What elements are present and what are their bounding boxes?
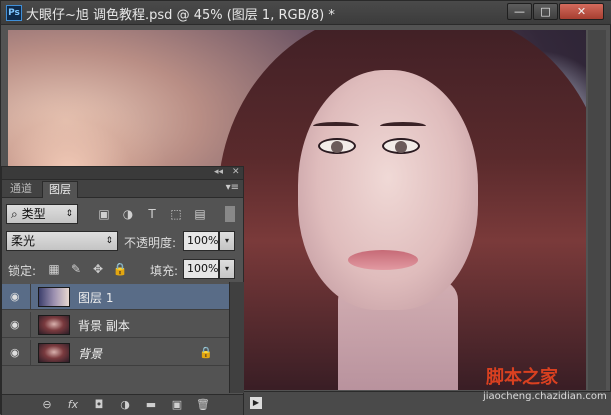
fill-label: 填充: [150,264,179,278]
visibility-eye-icon[interactable]: ◉ [10,347,26,359]
folder-group-icon[interactable]: ▬ [142,397,160,413]
minimize-button[interactable]: — [507,3,532,20]
smart-object-filter-icon[interactable]: ▤ [192,206,208,222]
add-mask-icon[interactable]: ◘ [90,397,108,413]
search-icon: ⌕ [11,207,18,221]
filter-type-label: 类型 [21,207,46,221]
lock-paint-brush-icon[interactable]: ✎ [68,261,84,277]
maximize-button[interactable]: □ [533,3,558,20]
site-watermark-url: jiaocheng.chazidian.com [483,391,607,402]
panel-header: ◂◂ ✕ [2,167,243,180]
layers-panel: ◂◂ ✕ 通道 图层 ▾≡ ⌕ 类型 ⇕ ▣ ◑ T ⬚ ▤ 柔光 ⇕ 不透明度… [1,166,244,415]
link-layers-icon[interactable]: ⊖ [38,397,56,413]
photoshop-window: Ps 大眼仔~旭 调色教程.psd @ 45% (图层 1, RGB/8) * … [0,0,611,415]
close-panel-button[interactable]: ✕ [232,167,240,177]
visibility-eye-icon[interactable]: ◉ [10,291,26,303]
chevron-updown-icon: ⇕ [105,236,113,246]
fill-input[interactable]: 100% [183,259,219,279]
close-button[interactable]: ✕ [559,3,604,20]
opacity-label: 不透明度: [124,236,177,250]
title-bar: Ps 大眼仔~旭 调色教程.psd @ 45% (图层 1, RGB/8) * … [1,1,611,25]
portrait-left-eye [318,138,356,154]
divider [30,284,31,310]
layer-thumbnail [38,343,70,363]
layer-name[interactable]: 背景 [78,345,102,362]
panel-menu-button[interactable]: ▾≡ [226,182,239,193]
layer-thumbnail [38,287,70,307]
layers-scrollbar[interactable] [229,282,244,393]
new-layer-icon[interactable]: ▣ [168,397,186,413]
adjustment-filter-icon[interactable]: ◑ [120,206,136,222]
site-watermark: 脚本之家 [486,367,558,388]
portrait-right-brow [380,122,426,130]
portrait-face [298,70,478,310]
blend-mode-value: 柔光 [11,234,36,248]
tab-channels[interactable]: 通道 [4,181,38,198]
layers-list: ◉ 图层 1 ◉ 背景 副本 ◉ 背景 🔒 [2,282,229,393]
play-icon[interactable]: ▶ [250,397,262,409]
lock-move-icon[interactable]: ✥ [90,261,106,277]
document-title: 大眼仔~旭 调色教程.psd @ 45% (图层 1, RGB/8) * [26,8,335,23]
portrait-lips [348,250,418,270]
lock-all-icon[interactable]: 🔒 [112,261,128,277]
shape-filter-icon[interactable]: ⬚ [168,206,184,222]
layer-thumbnail [38,315,70,335]
opacity-dropdown-button[interactable]: ▾ [219,231,235,251]
lock-icon: 🔒 [199,346,213,359]
collapse-panel-button[interactable]: ◂◂ [214,167,223,177]
chevron-updown-icon: ⇕ [65,209,73,219]
lock-row: 锁定: ▦ ✎ ✥ 🔒 填充: 100% ▾ [2,258,245,280]
layer-row-background[interactable]: ◉ 背景 🔒 [2,340,229,366]
type-filter-icon[interactable]: T [144,206,160,222]
lock-transparent-icon[interactable]: ▦ [46,261,62,277]
tab-layers[interactable]: 图层 [42,181,78,198]
panel-bottom-toolbar: ⊖ fx ◘ ◑ ▬ ▣ 🗑 [2,394,243,415]
portrait-right-eye [382,138,420,154]
portrait-left-brow [313,122,359,130]
photoshop-logo-icon: Ps [6,5,22,21]
visibility-eye-icon[interactable]: ◉ [10,319,26,331]
layer-name[interactable]: 图层 1 [78,289,113,306]
layer-row-background-copy[interactable]: ◉ 背景 副本 [2,312,229,338]
blend-mode-select[interactable]: 柔光 ⇕ [6,231,118,251]
blend-row: 柔光 ⇕ 不透明度: 100% ▾ [2,229,245,253]
fill-dropdown-button[interactable]: ▾ [219,259,235,279]
lock-label: 锁定: [8,264,37,278]
layer-row-layer1[interactable]: ◉ 图层 1 [2,284,229,310]
filter-type-select[interactable]: ⌕ 类型 ⇕ [6,204,78,224]
fx-icon[interactable]: fx [64,397,82,413]
divider [30,340,31,366]
layer-name[interactable]: 背景 副本 [78,317,130,334]
canvas-scrollbar[interactable] [588,30,606,390]
divider [30,312,31,338]
pixel-filter-icon[interactable]: ▣ [96,206,112,222]
filter-toggle-switch[interactable] [225,206,235,222]
adjustment-layer-icon[interactable]: ◑ [116,397,134,413]
opacity-input[interactable]: 100% [183,231,219,251]
panel-tabs: 通道 图层 ▾≡ [2,180,243,198]
trash-icon[interactable]: 🗑 [194,397,212,413]
filter-row: ⌕ 类型 ⇕ ▣ ◑ T ⬚ ▤ [2,202,245,226]
